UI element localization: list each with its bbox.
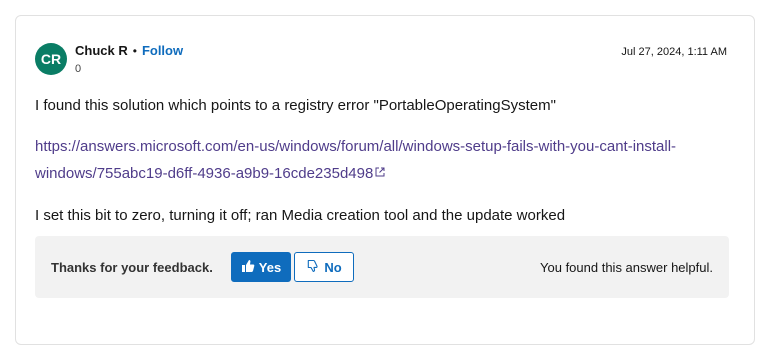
- solution-link[interactable]: https://answers.microsoft.com/en-us/wind…: [35, 138, 676, 182]
- no-button[interactable]: No: [294, 252, 354, 282]
- feedback-bar: Thanks for your feedback. Yes No You fou…: [35, 236, 729, 298]
- answer-card: CR Chuck R • Follow 0 Jul 27, 2024, 1:11…: [15, 15, 755, 345]
- avatar[interactable]: CR: [35, 43, 67, 75]
- answer-paragraph-1: I found this solution which points to a …: [35, 97, 556, 114]
- follow-button[interactable]: Follow: [142, 43, 183, 58]
- reputation-count: 0: [75, 63, 82, 75]
- thumbs-down-icon: [306, 259, 320, 276]
- yes-button-label: Yes: [258, 259, 282, 275]
- avatar-initials: CR: [40, 51, 62, 67]
- thumbs-up-icon: [241, 259, 255, 276]
- solution-link-text: https://answers.microsoft.com/en-us/wind…: [35, 138, 677, 182]
- answer-paragraph-3: I set this bit to zero, turning it off; …: [35, 207, 566, 224]
- author-name[interactable]: Chuck R: [75, 43, 128, 58]
- separator-dot: •: [132, 43, 137, 58]
- external-link-icon: [375, 160, 385, 186]
- yes-button[interactable]: Yes: [231, 252, 291, 282]
- feedback-label: Thanks for your feedback.: [51, 260, 213, 275]
- author-line: Chuck R • Follow: [75, 43, 183, 58]
- answer-link-paragraph: https://answers.microsoft.com/en-us/wind…: [35, 134, 714, 187]
- post-timestamp: Jul 27, 2024, 1:11 AM: [621, 46, 727, 58]
- no-button-label: No: [324, 259, 342, 275]
- feedback-status: You found this answer helpful.: [540, 260, 713, 275]
